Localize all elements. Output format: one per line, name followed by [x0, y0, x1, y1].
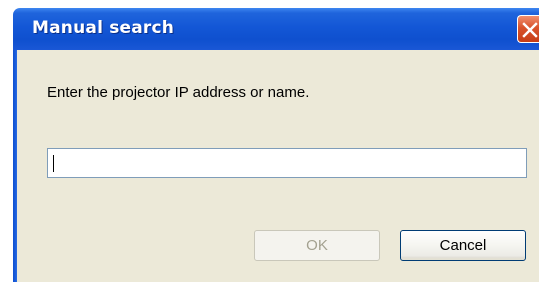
ip-address-input[interactable] [47, 148, 527, 178]
text-caret [53, 155, 54, 172]
close-icon [522, 22, 538, 38]
ok-button[interactable]: OK [254, 230, 380, 261]
manual-search-dialog: Manual search Enter the projector IP add… [13, 8, 539, 282]
title-bar[interactable]: Manual search [13, 8, 539, 50]
prompt-label: Enter the projector IP address or name. [47, 84, 310, 101]
dialog-title: Manual search [32, 18, 175, 38]
close-button[interactable] [517, 15, 539, 43]
dialog-body: Enter the projector IP address or name. … [17, 50, 539, 282]
cancel-button[interactable]: Cancel [400, 230, 526, 261]
